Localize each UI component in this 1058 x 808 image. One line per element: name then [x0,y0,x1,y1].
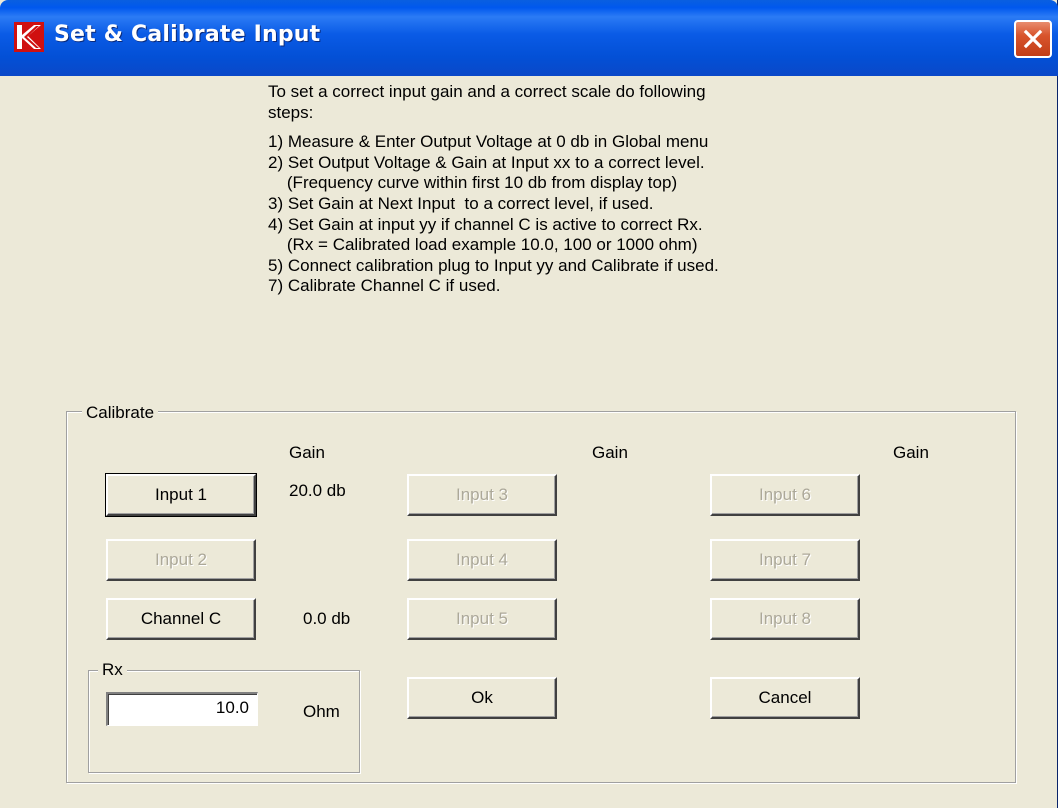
gain-header-col3: Gain [893,443,929,462]
rx-value-input[interactable]: 10.0 [106,692,258,726]
channel-c-gain-value: 0.0 db [303,609,351,628]
instruction-step: 3) Set Gain at Next Input to a correct l… [268,193,654,213]
instruction-step: 7) Calibrate Channel C if used. [268,276,501,296]
input-3-button[interactable]: Input 3 [407,474,557,516]
rx-unit-label: Ohm [303,702,340,721]
app-logo-icon [14,22,44,52]
instruction-step: (Rx = Calibrated load example 10.0, 100 … [268,235,698,255]
input-1-gain-value: 20.0 db [289,481,346,500]
close-button[interactable] [1014,20,1052,58]
input-2-button[interactable]: Input 2 [106,539,256,581]
window-title: Set & Calibrate Input [54,22,321,47]
rx-group-label: Rx [98,660,127,680]
input-7-button[interactable]: Input 7 [710,539,860,581]
instruction-step: 1) Measure & Enter Output Voltage at 0 d… [268,132,709,152]
calibrate-group-label: Calibrate [82,403,159,423]
cancel-button[interactable]: Cancel [710,677,860,719]
input-1-button[interactable]: Input 1 [105,473,257,517]
gain-header-col2: Gain [592,443,628,462]
instruction-step: 4) Set Gain at input yy if channel C is … [268,214,703,234]
ok-button[interactable]: Ok [407,677,557,719]
instructions-intro-cont: steps: [268,102,314,122]
title-bar: Set & Calibrate Input [0,0,1058,76]
instruction-step: (Frequency curve within first 10 db from… [268,173,678,193]
instructions-intro: To set a correct input gain and a correc… [268,82,706,101]
instructions-text: To set a correct input gain and a correc… [268,82,868,297]
calibrate-dialog: Set & Calibrate Input To set a correct i… [0,0,1058,808]
input-8-button[interactable]: Input 8 [710,598,860,640]
input-4-button[interactable]: Input 4 [407,539,557,581]
instruction-step: 5) Connect calibration plug to Input yy … [268,255,719,275]
instruction-step: 2) Set Output Voltage & Gain at Input xx… [268,152,705,172]
input-5-button[interactable]: Input 5 [407,598,557,640]
gain-header-col1: Gain [289,443,325,462]
input-6-button[interactable]: Input 6 [710,474,860,516]
channel-c-button[interactable]: Channel C [106,598,256,640]
